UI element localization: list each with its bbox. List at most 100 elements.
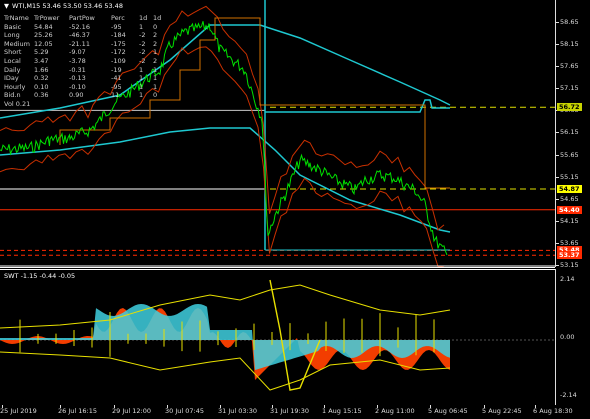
indicator-scale[interactable]: 2.14 0.00 -2.14	[555, 269, 590, 405]
table-cell: 1	[153, 65, 158, 74]
time-label: 6 Aug 18:30	[533, 407, 573, 415]
price-tick	[556, 220, 559, 222]
price-scale[interactable]: 58.6558.1557.6557.1556.6556.1555.6555.15…	[555, 0, 590, 269]
price-tick	[556, 132, 559, 134]
table-cell: 25.26	[34, 31, 53, 40]
time-tick	[377, 405, 378, 408]
table-row: IDay 0.32 -0.13 -41 1 1	[4, 74, 165, 83]
table-cell: -2	[139, 39, 146, 48]
table-header: TrName TrPower PartPow Perc 1d 1d	[4, 14, 165, 23]
table-cell: 11	[111, 91, 120, 100]
price-level-badge: 53.37	[557, 251, 582, 260]
table-row: Bid.n 0.36 0.90 11 1 0	[4, 91, 165, 100]
table-cell: 3.47	[34, 56, 49, 65]
price-tick-label: 58.15	[560, 40, 579, 49]
time-label: 31 Jul 03:30	[218, 407, 257, 415]
table-cell: Long	[4, 31, 20, 40]
price-chart-panel[interactable]: ▼ WTI,M15 53.46 53.50 53.46 53.48 TrName T…	[0, 0, 555, 268]
time-tick	[220, 405, 221, 408]
price-tick-label: 54.65	[560, 194, 579, 203]
table-row: Daily 1.66 -0.31 -19 1 1	[4, 66, 165, 75]
cyan-ma-fast	[0, 127, 451, 233]
indicator-title: SWT -1.15 -0.44 -0.05	[4, 272, 76, 280]
table-cell: TrPower	[34, 14, 60, 22]
price-tick-label: 58.65	[560, 18, 579, 26]
table-row: Local 3.47 -3.78 -109 -2 2	[4, 57, 165, 66]
table-cell: Short	[4, 48, 22, 57]
price-tick	[556, 88, 559, 90]
table-cell: 1	[139, 74, 144, 83]
table-cell: 1.66	[34, 65, 49, 74]
table-cell: -21.11	[69, 39, 90, 48]
table-cell: 0	[153, 91, 158, 100]
table-cell: Medium	[4, 39, 30, 48]
table-row: Basic 54.84 -52.16 -95 1 0	[4, 23, 165, 32]
time-tick	[60, 405, 61, 408]
price-tick-label: 53.15	[560, 261, 579, 269]
time-tick	[324, 405, 325, 408]
table-cell: Basic	[4, 22, 22, 31]
time-tick	[2, 405, 3, 408]
price-tick	[556, 198, 559, 200]
table-cell: 12.05	[34, 39, 53, 48]
table-cell: -95	[111, 22, 122, 31]
table-cell: -109	[111, 56, 126, 65]
table-cell: -175	[111, 39, 126, 48]
table-cell: -0.31	[69, 65, 86, 74]
yellow-band-upper	[0, 284, 451, 329]
cyan-channel	[265, 99, 450, 113]
table-cell: 0	[153, 22, 158, 31]
indicator-canvas[interactable]	[0, 270, 555, 406]
time-label: 2 Aug 11:00	[375, 407, 415, 415]
table-cell: -2	[139, 31, 146, 40]
price-tick	[556, 44, 559, 46]
table-footer: Vol 0.21	[4, 99, 31, 108]
table-cell: -2	[139, 56, 146, 65]
table-cell: -95	[111, 82, 122, 91]
time-label: 29 Jul 12:00	[112, 407, 151, 415]
table-cell: 54.84	[34, 22, 53, 31]
table-cell: TrName	[4, 14, 29, 22]
table-cell: 1	[139, 82, 144, 91]
table-cell: PartPow	[69, 14, 95, 22]
table-cell: -46.37	[69, 31, 90, 40]
time-tick	[535, 405, 536, 408]
price-tick-label: 57.65	[560, 62, 579, 71]
table-cell: 1	[139, 65, 144, 74]
time-label: 30 Jul 07:45	[165, 407, 204, 415]
table-cell: IDay	[4, 74, 19, 83]
table-cell: 0.36	[34, 91, 49, 100]
table-cell: 1	[153, 74, 158, 83]
time-label: 5 Aug 22:45	[482, 407, 522, 415]
table-cell: -2	[139, 48, 146, 57]
table-cell: -9.07	[69, 48, 86, 57]
table-cell: -0.13	[69, 74, 86, 83]
table-cell: 2	[153, 56, 158, 65]
time-tick	[167, 405, 168, 408]
table-cell: 1	[139, 22, 144, 31]
price-level-badge: 54.87	[557, 185, 582, 193]
price-level-badge: 56.72	[557, 103, 582, 112]
time-tick	[430, 405, 431, 408]
collapse-arrow-icon[interactable]: ▼	[4, 2, 9, 10]
table-cell: 1	[153, 48, 158, 57]
table-cell: Daily	[4, 65, 21, 74]
time-axis[interactable]: 25 Jul 2019 26 Jul 16:15 29 Jul 12:00 30 Ju…	[0, 405, 590, 419]
price-tick	[556, 242, 559, 244]
table-cell: 1d	[153, 14, 162, 22]
table-cell: 2	[153, 31, 158, 40]
indicator-tick-label: 2.14	[560, 275, 575, 283]
time-tick	[114, 405, 115, 408]
price-tick	[556, 265, 559, 266]
trend-power-table: TrName TrPower PartPow Perc 1d 1d Basic 54.84 -5…	[4, 14, 165, 109]
price-tick-label: 55.65	[560, 150, 579, 159]
price-tick	[556, 176, 559, 178]
time-label: 1 Aug 15:15	[322, 407, 362, 415]
table-cell: 1	[153, 82, 158, 91]
chart-title: ▼ WTI,M15 53.46 53.50 53.46 53.48	[4, 2, 123, 10]
indicator-panel[interactable]	[0, 269, 555, 406]
price-level-badge: 54.40	[557, 205, 582, 214]
time-label: 25 Jul 2019	[0, 407, 37, 415]
price-tick-label: 56.15	[560, 128, 579, 137]
table-cell: 5.29	[34, 48, 49, 57]
